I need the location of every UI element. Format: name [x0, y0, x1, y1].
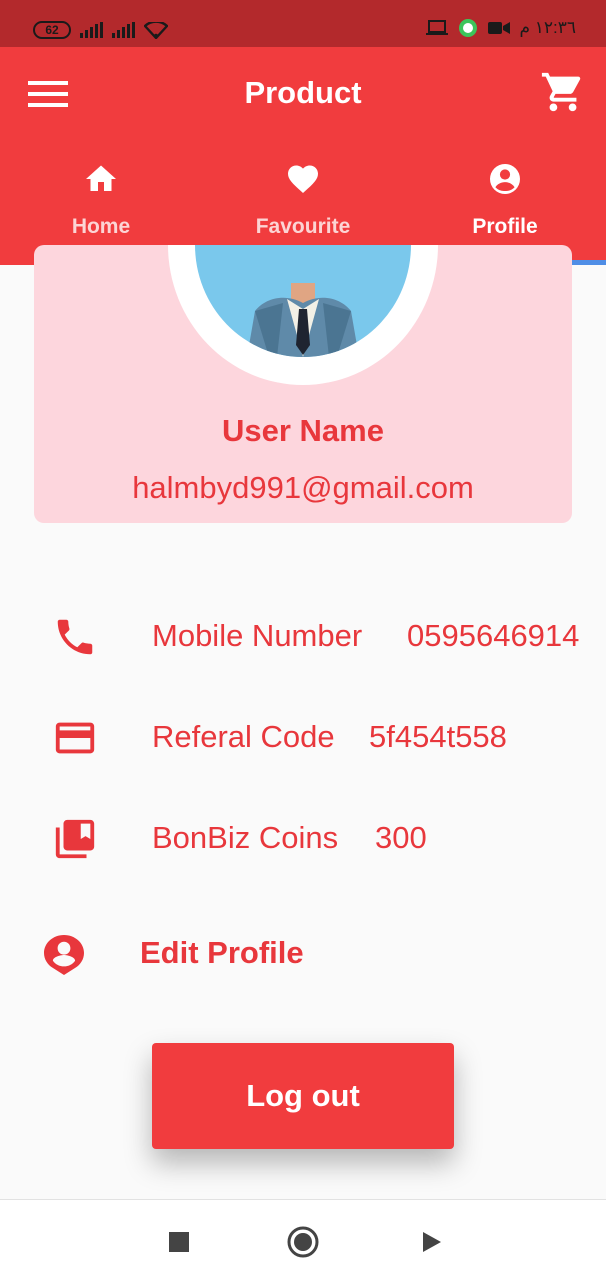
- tab-profile-label: Profile: [472, 215, 538, 238]
- coins-label: BonBiz Coins: [152, 820, 339, 855]
- tab-home-label: Home: [71, 215, 131, 238]
- credit-card-icon: [55, 722, 95, 754]
- home-circle-icon[interactable]: [285, 1224, 321, 1260]
- page-title: Product: [244, 75, 362, 110]
- shopping-cart-icon[interactable]: [540, 69, 586, 115]
- referral-code-row: Referal Code 5f454t558: [0, 707, 606, 767]
- video-camera-icon: [487, 22, 510, 34]
- account-pin-icon: [44, 935, 84, 975]
- avatar-ring: [168, 245, 438, 385]
- user-email: halmbyd991@gmail.com: [132, 470, 474, 505]
- laptop-icon: [425, 20, 448, 35]
- user-avatar-illustration: [247, 283, 359, 357]
- account-circle-icon: [490, 164, 520, 194]
- status-right: ١٢:٣٦ م: [425, 18, 577, 38]
- logout-button[interactable]: Log out: [152, 1043, 454, 1149]
- edit-profile-row[interactable]: Edit Profile: [0, 925, 606, 985]
- profile-card: User Name halmbyd991@gmail.com: [34, 245, 572, 523]
- user-name: User Name: [222, 413, 384, 448]
- wifi-icon: [144, 22, 168, 39]
- phone-icon: [57, 619, 93, 655]
- referral-code-label: Referal Code: [152, 719, 335, 754]
- recents-square-icon[interactable]: [161, 1224, 197, 1260]
- battery-indicator: 62: [33, 21, 71, 39]
- coins-value: 300: [375, 820, 427, 855]
- cell-signal-icon: [112, 22, 135, 38]
- mobile-number-label: Mobile Number: [152, 618, 363, 653]
- system-nav-bar: [0, 1199, 606, 1280]
- referral-code-value: 5f454t558: [369, 719, 507, 754]
- back-triangle-icon[interactable]: [413, 1224, 449, 1260]
- app-bar: Product Home Favourite Profile: [0, 47, 606, 265]
- status-bar: 62 ١٢:٣٦ م: [0, 0, 606, 47]
- clock: ١٢:٣٦ م: [519, 18, 577, 37]
- collections-bookmark-icon: [55, 819, 95, 859]
- whatsapp-icon: [458, 19, 477, 37]
- coins-row: BonBiz Coins 300: [0, 808, 606, 868]
- home-icon: [86, 165, 116, 191]
- cell-signal-icon: [80, 22, 103, 38]
- edit-profile-label: Edit Profile: [140, 935, 304, 970]
- mobile-number-row: Mobile Number 0595646914: [0, 606, 606, 666]
- heart-icon: [288, 165, 318, 194]
- avatar: [195, 245, 411, 357]
- mobile-number-value: 0595646914: [407, 618, 580, 653]
- tab-favourite-label: Favourite: [255, 215, 351, 238]
